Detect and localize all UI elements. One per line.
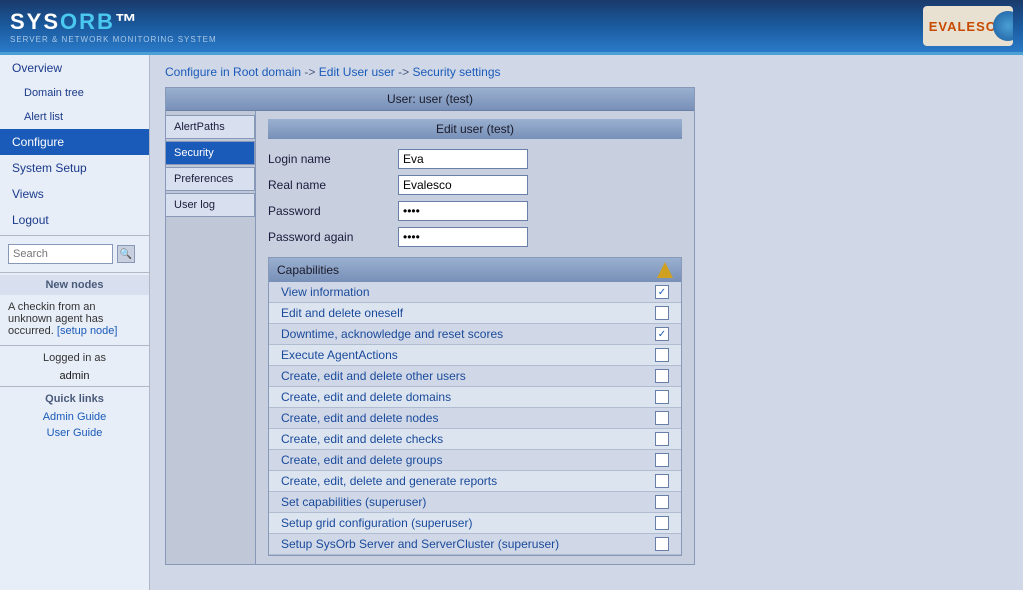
cap-check-view-info[interactable]: ✓ <box>655 285 669 299</box>
form-row-password: Password <box>268 201 682 221</box>
quick-links-label: Quick links <box>0 389 149 409</box>
cap-row-create-reports: Create, edit, delete and generate report… <box>269 471 681 492</box>
cap-check-exec-agent[interactable] <box>655 348 669 362</box>
main-layout: Overview Domain tree Alert list Configur… <box>0 55 1023 590</box>
cap-label-create-checks[interactable]: Create, edit and delete checks <box>281 432 655 446</box>
form-row-realname: Real name <box>268 175 682 195</box>
panel-title: User: user (test) <box>166 88 694 111</box>
divider-4 <box>0 386 149 387</box>
setup-node-link[interactable]: [setup node] <box>57 325 118 337</box>
logged-in-label: Logged in as <box>0 348 149 368</box>
cap-row-downtime: Downtime, acknowledge and reset scores ✓ <box>269 324 681 345</box>
form-title: Edit user (test) <box>268 119 682 139</box>
sort-icon <box>657 262 673 278</box>
panel-tabs: AlertPaths Security Preferences User log <box>166 111 256 564</box>
cap-row-create-checks: Create, edit and delete checks <box>269 429 681 450</box>
cap-check-setup-grid[interactable] <box>655 516 669 530</box>
sidebar-item-system-setup[interactable]: System Setup <box>0 155 149 181</box>
admin-guide-link[interactable]: Admin Guide <box>0 409 149 425</box>
form-row-login: Login name <box>268 149 682 169</box>
cap-check-create-checks[interactable] <box>655 432 669 446</box>
cap-check-create-nodes[interactable] <box>655 411 669 425</box>
cap-check-create-domains[interactable] <box>655 390 669 404</box>
user-panel: User: user (test) AlertPaths Security Pr… <box>165 87 695 565</box>
cap-row-create-groups: Create, edit and delete groups <box>269 450 681 471</box>
new-nodes-label: New nodes <box>0 275 149 295</box>
logo-subtitle: SERVER & NETWORK MONITORING SYSTEM <box>10 35 217 44</box>
divider-2 <box>0 272 149 273</box>
cap-label-create-groups[interactable]: Create, edit and delete groups <box>281 453 655 467</box>
cap-label-view-info[interactable]: View information <box>281 285 655 299</box>
breadcrumb-configure[interactable]: Configure in Root domain <box>165 65 301 79</box>
cap-row-view-info: View information ✓ <box>269 282 681 303</box>
cap-label-create-nodes[interactable]: Create, edit and delete nodes <box>281 411 655 425</box>
cap-row-create-users: Create, edit and delete other users <box>269 366 681 387</box>
panel-form: Edit user (test) Login name Real name Pa… <box>256 111 694 564</box>
divider-1 <box>0 235 149 236</box>
cap-label-edit-self[interactable]: Edit and delete oneself <box>281 306 655 320</box>
login-name-input[interactable] <box>398 149 528 169</box>
search-button[interactable]: 🔍 <box>117 245 135 263</box>
login-name-label: Login name <box>268 152 398 166</box>
cap-row-edit-self: Edit and delete oneself <box>269 303 681 324</box>
sidebar-item-views[interactable]: Views <box>0 181 149 207</box>
cap-label-create-users[interactable]: Create, edit and delete other users <box>281 369 655 383</box>
cap-check-create-reports[interactable] <box>655 474 669 488</box>
cap-row-set-caps: Set capabilities (superuser) <box>269 492 681 513</box>
sidebar: Overview Domain tree Alert list Configur… <box>0 55 150 590</box>
sidebar-item-overview[interactable]: Overview <box>0 55 149 81</box>
content-area: Configure in Root domain -> Edit User us… <box>150 55 1023 590</box>
header: SYSORB™ SERVER & NETWORK MONITORING SYST… <box>0 0 1023 55</box>
tab-userlog[interactable]: User log <box>166 193 255 217</box>
cap-check-set-caps[interactable] <box>655 495 669 509</box>
password-again-label: Password again <box>268 230 398 244</box>
divider-3 <box>0 345 149 346</box>
user-guide-link[interactable]: User Guide <box>0 425 149 441</box>
cap-check-create-groups[interactable] <box>655 453 669 467</box>
cap-label-create-reports[interactable]: Create, edit, delete and generate report… <box>281 474 655 488</box>
cap-label-set-caps[interactable]: Set capabilities (superuser) <box>281 495 655 509</box>
breadcrumb-edit-user[interactable]: Edit User user <box>319 65 395 79</box>
cap-check-edit-self[interactable] <box>655 306 669 320</box>
real-name-label: Real name <box>268 178 398 192</box>
cap-label-setup-grid[interactable]: Setup grid configuration (superuser) <box>281 516 655 530</box>
logo-area: SYSORB™ SERVER & NETWORK MONITORING SYST… <box>10 9 217 44</box>
cap-row-create-domains: Create, edit and delete domains <box>269 387 681 408</box>
cap-label-setup-server[interactable]: Setup SysOrb Server and ServerCluster (s… <box>281 537 655 551</box>
password-input[interactable] <box>398 201 528 221</box>
logo-text: SYSORB™ <box>10 9 217 35</box>
sidebar-item-domain-tree[interactable]: Domain tree <box>0 81 149 105</box>
sidebar-item-logout[interactable]: Logout <box>0 207 149 233</box>
search-area: 🔍 <box>0 238 149 270</box>
panel-body: AlertPaths Security Preferences User log… <box>166 111 694 564</box>
cap-label-downtime[interactable]: Downtime, acknowledge and reset scores <box>281 327 655 341</box>
cap-row-create-nodes: Create, edit and delete nodes <box>269 408 681 429</box>
capabilities-header: Capabilities <box>269 258 681 282</box>
node-message: A checkin from an unknown agent has occu… <box>0 295 149 343</box>
capabilities-section: Capabilities View information ✓ Edit and… <box>268 257 682 556</box>
evalesco-logo: EVALESCO <box>923 6 1013 46</box>
cap-check-create-users[interactable] <box>655 369 669 383</box>
cap-row-setup-grid: Setup grid configuration (superuser) <box>269 513 681 534</box>
cap-row-setup-server: Setup SysOrb Server and ServerCluster (s… <box>269 534 681 555</box>
tab-alertpaths[interactable]: AlertPaths <box>166 115 255 139</box>
form-row-password-again: Password again <box>268 227 682 247</box>
sidebar-item-configure[interactable]: Configure <box>0 129 149 155</box>
breadcrumb-security[interactable]: Security settings <box>412 65 500 79</box>
cap-label-create-domains[interactable]: Create, edit and delete domains <box>281 390 655 404</box>
tab-security[interactable]: Security <box>166 141 255 165</box>
cap-check-downtime[interactable]: ✓ <box>655 327 669 341</box>
cap-label-exec-agent[interactable]: Execute AgentActions <box>281 348 655 362</box>
cap-check-setup-server[interactable] <box>655 537 669 551</box>
sidebar-item-alert-list[interactable]: Alert list <box>0 105 149 129</box>
search-input[interactable] <box>8 244 113 264</box>
breadcrumb: Configure in Root domain -> Edit User us… <box>165 65 1008 79</box>
password-label: Password <box>268 204 398 218</box>
cap-row-exec-agent: Execute AgentActions <box>269 345 681 366</box>
logged-user: admin <box>0 368 149 384</box>
password-again-input[interactable] <box>398 227 528 247</box>
tab-preferences[interactable]: Preferences <box>166 167 255 191</box>
real-name-input[interactable] <box>398 175 528 195</box>
